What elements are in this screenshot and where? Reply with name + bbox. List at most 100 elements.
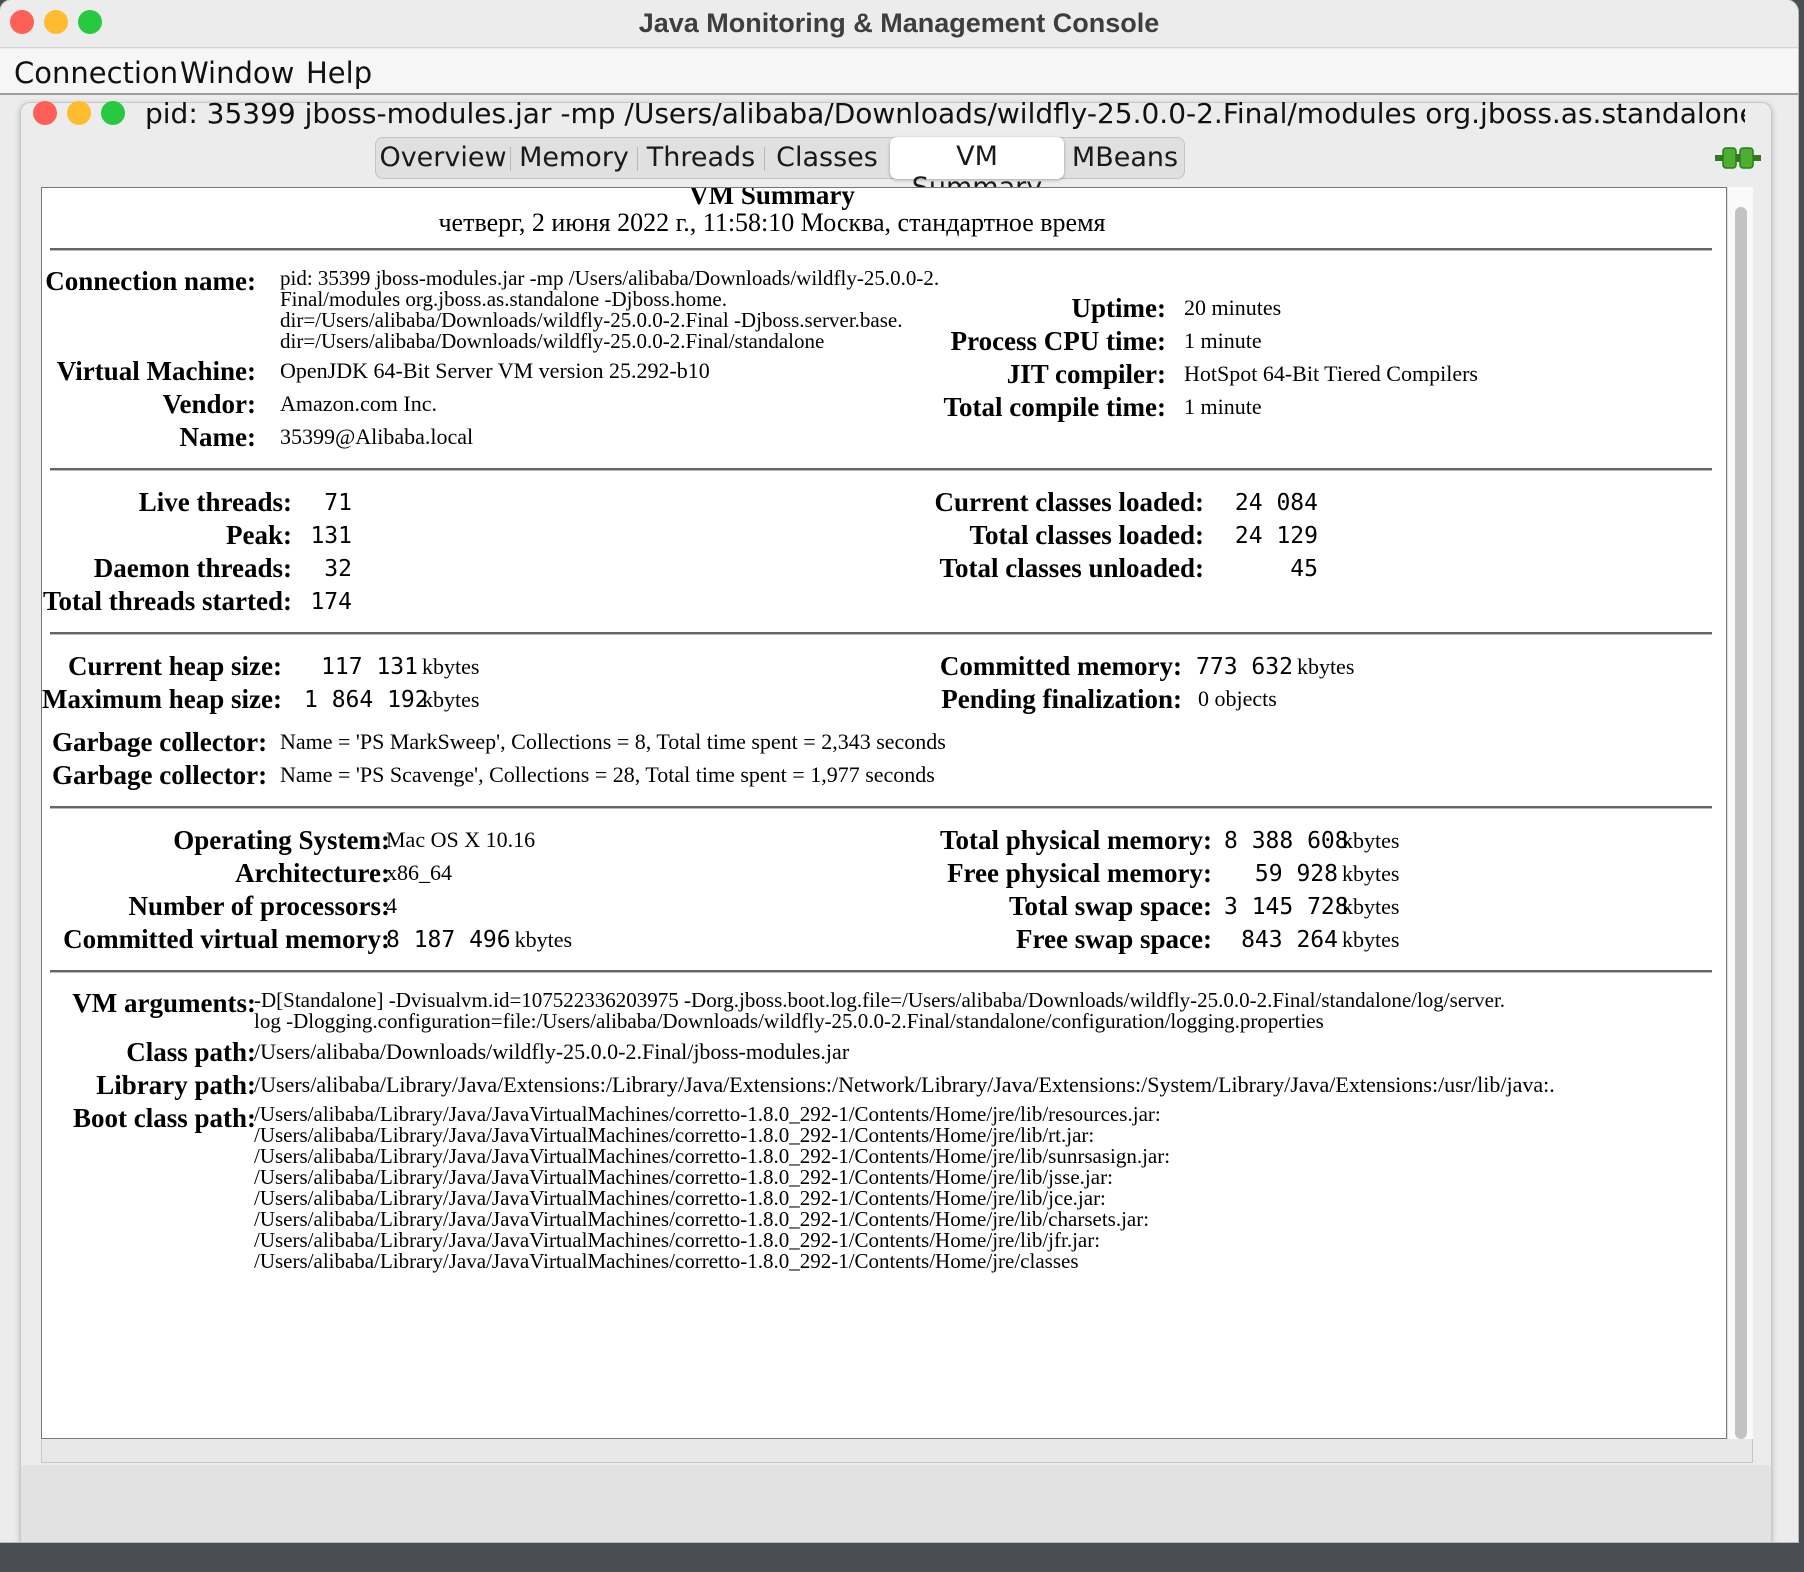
section-divider <box>50 248 1712 251</box>
compile-time-label: Total compile time: <box>943 392 1166 422</box>
menu-connection[interactable]: Connection <box>14 56 178 90</box>
pending-finalization-label: Pending finalization: <box>941 684 1182 714</box>
free-physical-memory-value: 59 928 kbytes <box>1224 861 1400 887</box>
current-classes-label: Current classes loaded: <box>934 487 1205 517</box>
peak-threads-label: Peak: <box>226 520 292 550</box>
boot-class-path-value: /Users/alibaba/Library/Java/JavaVirtualM… <box>254 1102 1171 1273</box>
processors-value: 4 <box>386 893 397 918</box>
daemon-threads-label: Daemon threads: <box>93 553 292 583</box>
tab-classes[interactable]: Classes <box>765 138 889 178</box>
virtual-machine-label: Virtual Machine: <box>56 356 256 386</box>
name-value: 35399@Alibaba.local <box>280 424 474 449</box>
connection-internal-frame: pid: 35399 jboss-modules.jar -mp /Users/… <box>20 97 1772 1542</box>
committed-memory-number: 773 632 <box>1196 654 1293 680</box>
live-threads-label: Live threads: <box>138 487 292 517</box>
cvm-unit: kbytes <box>514 927 573 952</box>
total-threads-value: 174 <box>310 589 352 615</box>
connection-plug-icon[interactable] <box>1715 145 1761 171</box>
tpm-number: 8 388 608 <box>1224 828 1349 854</box>
committed-memory-value: 773 632 kbytes <box>1196 654 1354 680</box>
pending-finalization-value: 0 objects <box>1198 686 1277 711</box>
connection-name-label: Connection name: <box>45 266 256 296</box>
library-path-value: /Users/alibaba/Library/Java/Extensions:/… <box>254 1072 1555 1097</box>
vertical-scrollbar[interactable] <box>1727 187 1753 1439</box>
max-heap-value: 1 864 192 kbytes <box>304 687 479 713</box>
current-heap-unit: kbytes <box>422 654 480 679</box>
tab-overview[interactable]: Overview <box>376 138 510 178</box>
tss-unit: kbytes <box>1342 894 1400 919</box>
jit-compiler-value: HotSpot 64-Bit Tiered Compilers <box>1184 361 1478 386</box>
virtual-machine-value: OpenJDK 64-Bit Server VM version 25.292-… <box>280 358 710 383</box>
gc-label: Garbage collector: <box>52 727 268 757</box>
tab-memory[interactable]: Memory <box>511 138 637 178</box>
committed-memory-unit: kbytes <box>1296 654 1355 679</box>
vendor-value: Amazon.com Inc. <box>280 391 437 416</box>
process-cpu-label: Process CPU time: <box>950 326 1166 356</box>
current-heap-number: 117 131 <box>321 654 418 680</box>
connection-name-value: pid: 35399 jboss-modules.jar -mp /Users/… <box>280 266 940 353</box>
total-physical-memory-value: 8 388 608 kbytes <box>1224 828 1399 854</box>
fpm-unit: kbytes <box>1342 861 1400 886</box>
vm-arguments-label: VM arguments: <box>72 988 256 1018</box>
free-physical-memory-label: Free physical memory: <box>947 858 1212 888</box>
total-classes-label: Total classes loaded: <box>969 520 1204 550</box>
class-path-label: Class path: <box>126 1037 256 1067</box>
total-threads-label: Total threads started: <box>43 586 292 616</box>
free-swap-value: 843 264 kbytes <box>1224 927 1399 953</box>
summary-date: четверг, 2 июня 2022 г., 11:58:10 Москва… <box>438 208 1106 237</box>
menu-bar: Connection Window Help <box>0 49 1798 95</box>
frame-close-button[interactable] <box>33 101 57 125</box>
scrollbar-thumb[interactable] <box>1735 207 1747 1439</box>
section-divider <box>50 468 1712 471</box>
boot-class-path-label: Boot class path: <box>72 1103 256 1133</box>
library-path-label: Library path: <box>96 1070 256 1100</box>
max-heap-number: 1 864 192 <box>304 687 429 713</box>
live-threads-value: 71 <box>324 490 352 516</box>
app-titlebar: Java Monitoring & Management Console <box>0 0 1798 48</box>
max-heap-label: Maximum heap size: <box>42 684 282 714</box>
unloaded-classes-label: Total classes unloaded: <box>939 553 1204 583</box>
fss-number: 843 264 <box>1241 927 1338 953</box>
frame-zoom-button[interactable] <box>101 101 125 125</box>
vm-arguments-value: -D[Standalone] -Dvisualvm.id=10752233620… <box>254 988 1506 1033</box>
section-divider <box>50 806 1712 809</box>
fpm-number: 59 928 <box>1254 861 1338 887</box>
name-label: Name: <box>179 422 256 452</box>
total-physical-memory-label: Total physical memory: <box>940 825 1212 855</box>
tss-number: 3 145 728 <box>1224 894 1349 920</box>
frame-bottom-area <box>21 1465 1771 1542</box>
os-value: Mac OS X 10.16 <box>386 827 536 852</box>
committed-virtual-memory-value: 8 187 496 kbytes <box>386 927 572 953</box>
menu-window[interactable]: Window <box>180 56 294 90</box>
app-title: Java Monitoring & Management Console <box>638 8 1160 38</box>
uptime-value: 20 minutes <box>1184 295 1282 320</box>
section-divider <box>50 632 1712 635</box>
current-heap-label: Current heap size: <box>68 651 282 681</box>
frame-title: pid: 35399 jboss-modules.jar -mp /Users/… <box>145 97 1745 130</box>
max-heap-unit: kbytes <box>422 687 480 712</box>
peak-threads-value: 131 <box>310 523 352 549</box>
current-classes-value: 24 084 <box>1234 490 1318 516</box>
vm-summary-panel: VM Summary четверг, 2 июня 2022 г., 11:5… <box>41 187 1727 1439</box>
tab-mbeans[interactable]: MBeans <box>1066 138 1184 178</box>
gc-label: Garbage collector: <box>52 760 268 790</box>
section-divider <box>50 970 1712 973</box>
compile-time-value: 1 minute <box>1184 394 1262 419</box>
tab-vm-summary[interactable]: VM Summary <box>890 137 1064 203</box>
unloaded-classes-value: 45 <box>1290 556 1318 582</box>
cvm-number: 8 187 496 <box>386 927 511 953</box>
jconsole-app-window: Java Monitoring & Management Console Con… <box>0 0 1798 1542</box>
gc-marksweep-value: Name = 'PS MarkSweep', Collections = 8, … <box>280 729 946 754</box>
jit-compiler-label: JIT compiler: <box>1006 359 1166 389</box>
fss-unit: kbytes <box>1342 927 1400 952</box>
tab-bar: Overview Memory Threads Classes VM Summa… <box>375 137 1185 203</box>
tpm-unit: kbytes <box>1342 828 1400 853</box>
total-swap-label: Total swap space: <box>1008 891 1212 921</box>
daemon-threads-value: 32 <box>324 556 352 582</box>
class-path-value: /Users/alibaba/Downloads/wildfly-25.0.0-… <box>254 1039 850 1064</box>
menu-help[interactable]: Help <box>306 56 372 90</box>
gc-scavenge-value: Name = 'PS Scavenge', Collections = 28, … <box>280 762 935 787</box>
frame-minimize-button[interactable] <box>67 101 91 125</box>
total-swap-value: 3 145 728 kbytes <box>1224 894 1399 920</box>
tab-threads[interactable]: Threads <box>638 138 764 178</box>
